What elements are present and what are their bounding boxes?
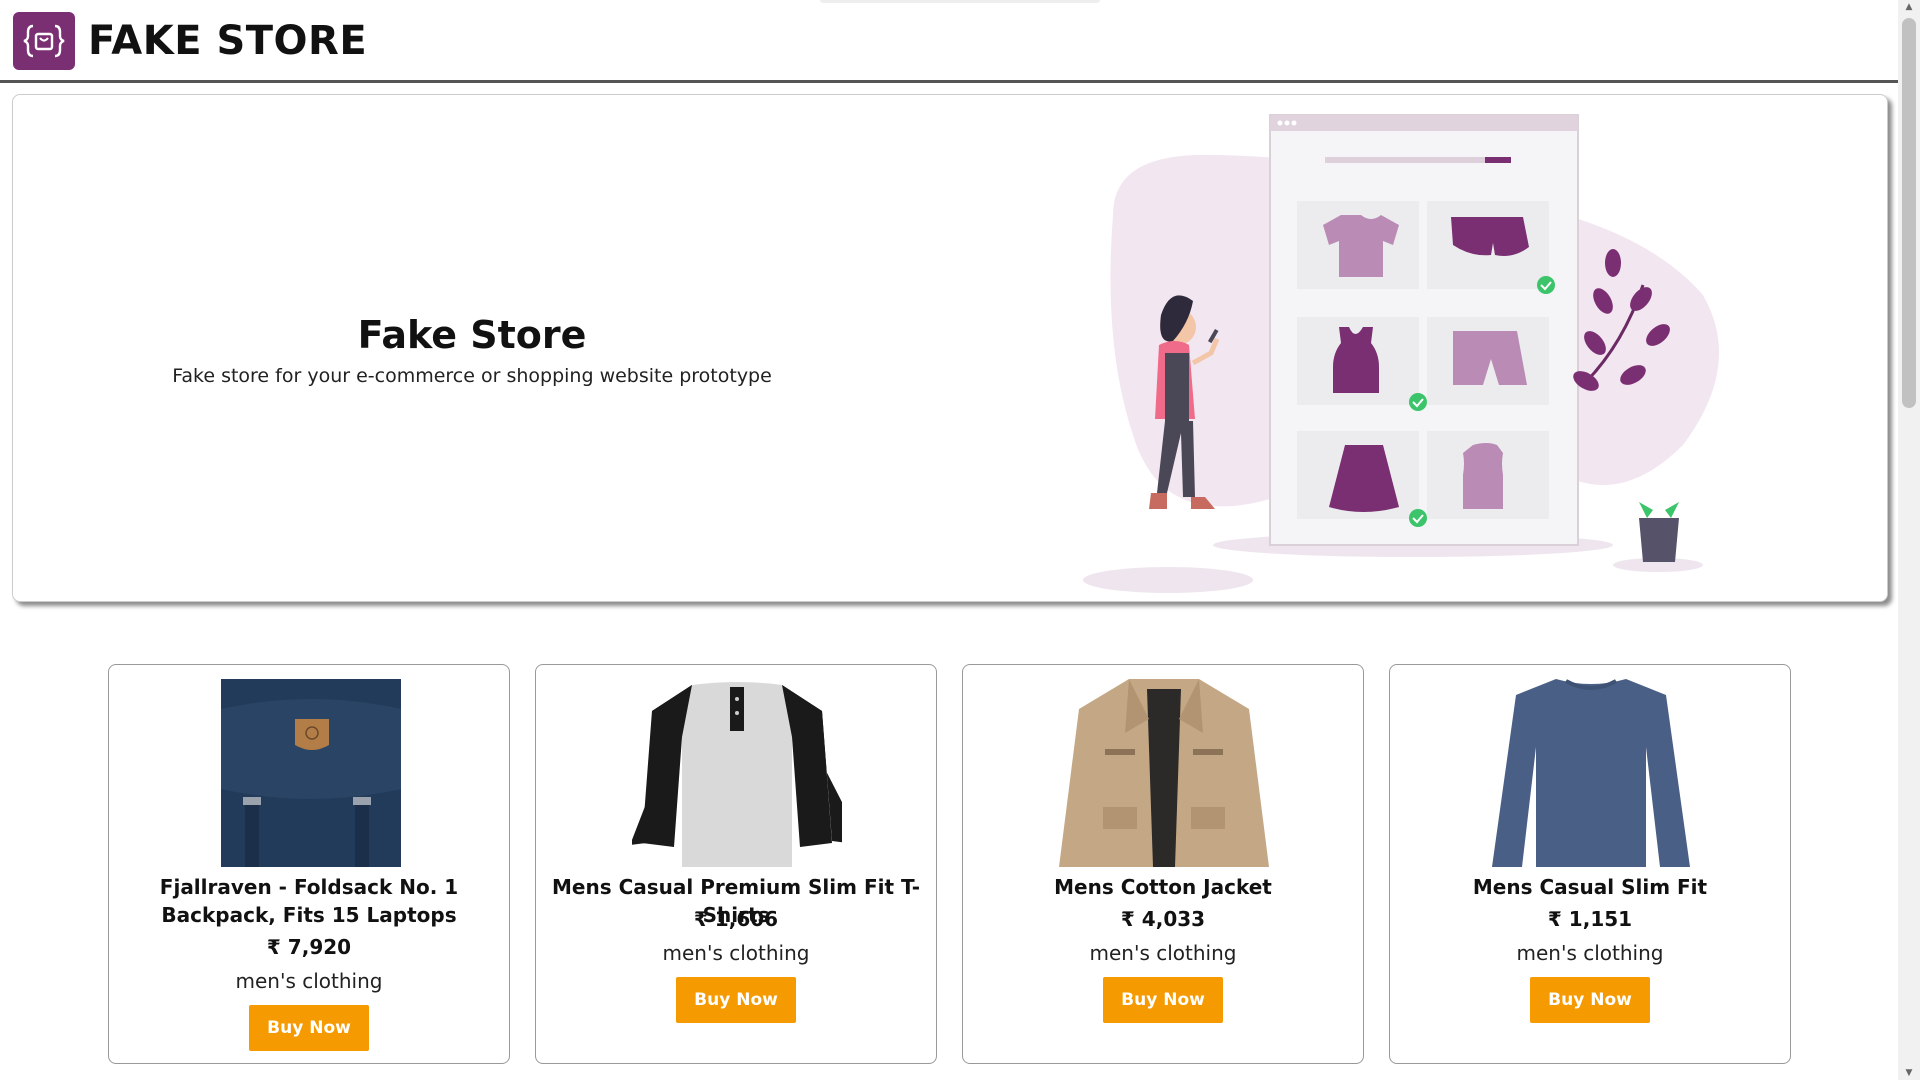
online-shopping-illustration xyxy=(1083,114,1719,593)
backpack-image[interactable] xyxy=(205,679,415,867)
product-category: men's clothing xyxy=(235,969,383,993)
product-title[interactable]: Mens Cotton Jacket xyxy=(973,873,1353,901)
header: FAKE STORE xyxy=(0,0,1898,83)
buy-now-button[interactable]: Buy Now xyxy=(249,1005,369,1051)
product-category: men's clothing xyxy=(1089,941,1237,965)
hero-title: Fake Store xyxy=(357,313,587,357)
product-category: men's clothing xyxy=(1516,941,1664,965)
scroll-up-arrow-icon[interactable]: ▲ xyxy=(1904,2,1914,12)
product-title[interactable]: Mens Casual Slim Fit xyxy=(1400,873,1780,901)
shopping-bag-icon xyxy=(23,24,65,58)
product-grid: Fjallraven - Foldsack No. 1 Backpack, Fi… xyxy=(108,664,1792,1064)
vertical-scrollbar[interactable]: ▲ ▼ xyxy=(1898,0,1920,1080)
raglan-tshirt-image[interactable] xyxy=(632,679,842,867)
cotton-jacket-image[interactable] xyxy=(1059,679,1269,867)
buy-now-button[interactable]: Buy Now xyxy=(1103,977,1223,1023)
buy-now-button[interactable]: Buy Now xyxy=(676,977,796,1023)
product-price: ₹ 1,151 xyxy=(1547,907,1633,931)
product-price: ₹ 4,033 xyxy=(1120,907,1206,931)
product-category: men's clothing xyxy=(662,941,810,965)
longsleeve-shirt-image[interactable] xyxy=(1486,679,1696,867)
product-price: ₹ 7,920 xyxy=(266,935,352,959)
product-card[interactable]: Mens Casual Slim Fit ₹ 1,151 men's cloth… xyxy=(1389,664,1791,1064)
product-price: ₹ 1,606 xyxy=(693,907,779,931)
product-card[interactable]: Mens Casual Premium Slim Fit T-Shirts ₹ … xyxy=(535,664,937,1064)
hero-banner: Fake Store Fake store for your e-commerc… xyxy=(12,94,1888,602)
top-divider xyxy=(820,0,1100,3)
scroll-down-arrow-icon[interactable]: ▼ xyxy=(1904,1068,1914,1078)
buy-now-button[interactable]: Buy Now xyxy=(1530,977,1650,1023)
logo[interactable] xyxy=(13,12,75,70)
product-card[interactable]: Mens Cotton Jacket ₹ 4,033 men's clothin… xyxy=(962,664,1364,1064)
product-title[interactable]: Fjallraven - Foldsack No. 1 Backpack, Fi… xyxy=(119,873,499,929)
brand-title[interactable]: FAKE STORE xyxy=(88,18,367,64)
scroll-thumb[interactable] xyxy=(1902,18,1916,408)
product-card[interactable]: Fjallraven - Foldsack No. 1 Backpack, Fi… xyxy=(108,664,510,1064)
hero-subtitle: Fake store for your e-commerce or shoppi… xyxy=(172,365,772,387)
